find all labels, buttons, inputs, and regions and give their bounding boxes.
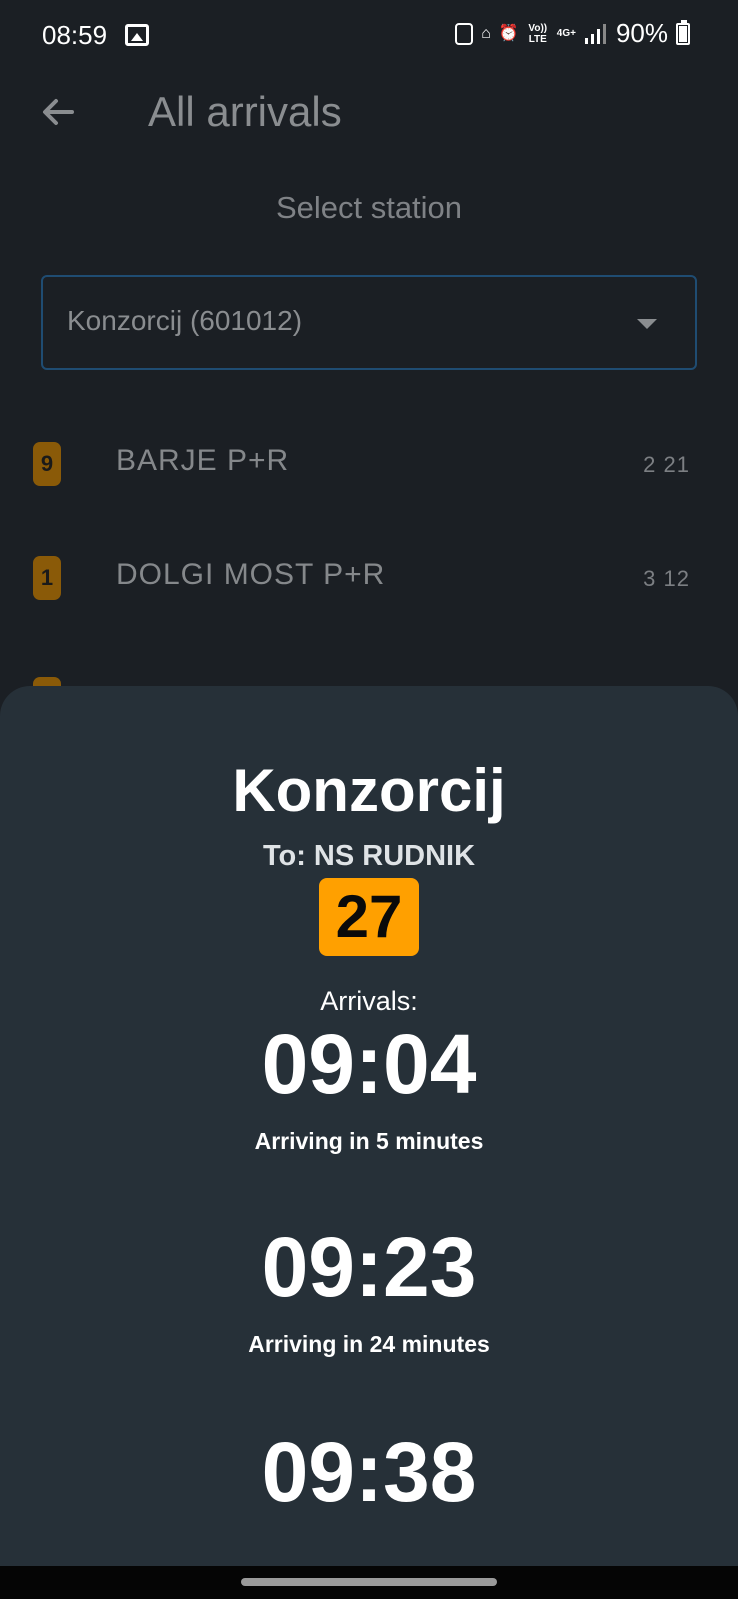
arrival-time: 09:04 — [261, 1017, 477, 1111]
battery-percentage: 90% — [615, 18, 668, 48]
route-number-badge: 1 — [33, 556, 61, 600]
home-gesture-handle[interactable] — [241, 1578, 497, 1586]
route-name: BARJE P+R — [116, 444, 290, 477]
4g-icon: 4G+ — [556, 28, 576, 39]
signal-icon — [584, 23, 606, 44]
app-bar: All arrivals — [0, 72, 738, 152]
arrivals-label: Arrivals: — [320, 986, 418, 1016]
route-arrival-times: 3 12 — [643, 566, 690, 591]
alarm-icon: ⏰ — [498, 24, 519, 42]
volte-icon: Vo)) LTE — [528, 22, 548, 45]
arrival-details-sheet: Konzorcij To: NS RUDNIK 27 Arrivals: 09:… — [0, 686, 738, 1566]
route-name: DOLGI MOST P+R — [116, 558, 386, 591]
sheet-station-name: Konzorcij — [232, 757, 506, 824]
station-dropdown[interactable]: Konzorcij (601012) — [41, 275, 697, 370]
arrival-countdown: Arriving in 24 minutes — [248, 1331, 490, 1357]
line-number-badge: 27 — [319, 878, 419, 956]
status-icons: ⌂ ⏰ Vo)) LTE 4G+ 90% — [455, 18, 690, 49]
back-arrow-icon[interactable] — [38, 92, 78, 132]
navigation-bar — [0, 1566, 738, 1599]
arrivals-page: All arrivals Select station Konzorcij (6… — [0, 72, 738, 697]
route-row-dolgi-most[interactable]: 1 DOLGI MOST P+R 3 12 — [0, 536, 738, 616]
arrival-time: 09:38 — [261, 1425, 477, 1519]
screen: 08:59 ⌂ ⏰ Vo)) LTE 4G+ 90% All arrivals — [0, 0, 738, 1599]
gallery-icon — [125, 24, 149, 46]
select-station-label: Select station — [275, 190, 463, 225]
station-dropdown-value: Konzorcij (601012) — [67, 305, 303, 336]
sheet-destination: To: NS RUDNIK — [262, 840, 476, 872]
arrival-time: 09:23 — [261, 1220, 477, 1314]
status-time: 08:59 — [42, 20, 108, 50]
page-title: All arrivals — [148, 88, 342, 135]
arrival-countdown: Arriving in 5 minutes — [254, 1128, 484, 1154]
status-bar: 08:59 ⌂ ⏰ Vo)) LTE 4G+ 90% — [0, 0, 738, 72]
route-arrival-times: 2 21 — [643, 452, 690, 477]
battery-icon — [676, 19, 690, 45]
route-number-badge: 9 — [33, 442, 61, 486]
caret-down-icon — [637, 319, 657, 329]
sim-icon — [455, 22, 474, 45]
home-icon: ⌂ — [481, 24, 491, 42]
route-row-barje[interactable]: 9 BARJE P+R 2 21 — [0, 422, 738, 502]
